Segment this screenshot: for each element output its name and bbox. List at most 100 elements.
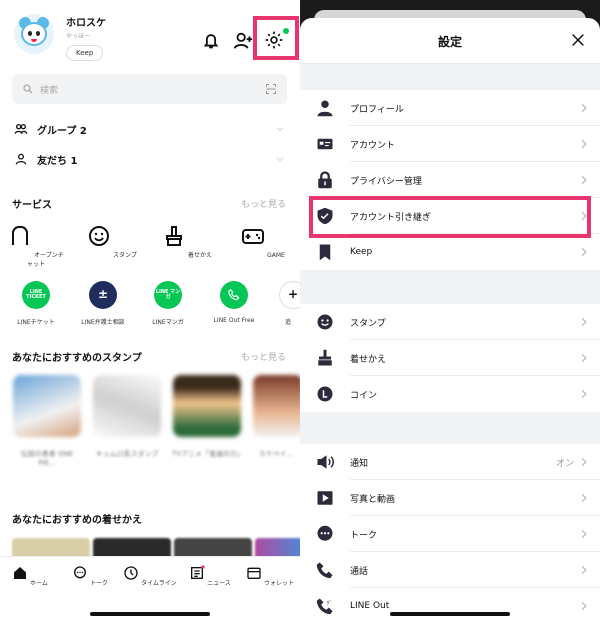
home-indicator [90, 612, 210, 616]
search-icon [23, 84, 33, 94]
phone-icon [316, 562, 333, 579]
settings-header: 設定 [300, 18, 600, 64]
chevron-right-icon [581, 565, 587, 575]
app-line-manga[interactable]: LINE マンガ LINEマンガ [133, 281, 203, 326]
settings-row-line-out[interactable]: ｦﾞ LINE Out [300, 588, 600, 622]
chevron-right-icon [581, 247, 587, 257]
svg-text:ｦﾞ: ｦﾞ [327, 600, 332, 607]
friend-icon [15, 153, 27, 165]
stickers-title: あなたにおすすめのスタンプ [12, 353, 142, 364]
chevron-right-icon [581, 139, 587, 149]
services-title: サービス [12, 200, 52, 211]
settings-row-theme[interactable]: 着せかえ [300, 340, 600, 376]
settings-row-account[interactable]: アカウント [300, 126, 600, 162]
settings-row-profile[interactable]: プロフィール [300, 90, 600, 126]
home-indicator [390, 612, 510, 616]
home-screen: ホロスケ やっほー Keep 検索 グループ 2 友だち 1 サービス もっと見… [0, 0, 300, 622]
friends-label: 友だち 1 [37, 155, 78, 167]
keep-button[interactable]: Keep [66, 45, 104, 61]
service-stamp[interactable]: スタンプ [82, 224, 142, 259]
themes-title: あなたにおすすめの着せかえ [12, 515, 142, 526]
settings-row-calls[interactable]: 通話 [300, 552, 600, 588]
account-transfer-highlight-box [309, 196, 591, 238]
stickers-more-link[interactable]: もっと見る [241, 350, 286, 363]
app-line-out-free[interactable]: LINE Out Free [199, 281, 269, 324]
play-icon [317, 491, 333, 505]
chevron-down-icon [276, 127, 284, 132]
chat-icon [74, 566, 87, 579]
sticker-title: スケベイ... [258, 450, 294, 458]
settings-row-talk[interactable]: トーク [300, 516, 600, 552]
scale-icon: ± [89, 281, 117, 309]
person-icon [317, 100, 333, 117]
chevron-right-icon [581, 529, 587, 539]
settings-screen: 設定 プロフィール アカウント プライバシー管理 アカウント引き継ぎ Keep … [300, 0, 600, 622]
tab-talk[interactable]: トーク [60, 565, 120, 587]
settings-row-privacy[interactable]: プライバシー管理 [300, 162, 600, 198]
chevron-right-icon [581, 353, 587, 363]
avatar[interactable] [14, 14, 54, 54]
service-game[interactable]: GAME [233, 224, 293, 259]
sticker-thumbnail[interactable] [93, 375, 161, 437]
id-card-icon [317, 138, 333, 150]
chevron-right-icon [581, 317, 587, 327]
profile-status: やっほー [66, 33, 91, 40]
section-divider [300, 270, 600, 304]
groups-row[interactable]: グループ 2 [14, 119, 289, 139]
service-theme[interactable]: 着せかえ [157, 224, 217, 259]
settings-row-photos-videos[interactable]: 写真と動画 [300, 480, 600, 516]
chevron-down-icon [276, 157, 284, 162]
service-open-chat[interactable]: オープンチャット [6, 224, 66, 268]
tab-wallet[interactable]: ウォレット [240, 565, 300, 587]
profile-header[interactable]: ホロスケ やっほー Keep [14, 14, 106, 61]
sticker-thumbnail[interactable] [253, 375, 300, 437]
sticker-title: 伝説の勇者 ONE PIE... [20, 450, 74, 468]
coin-icon [317, 386, 333, 402]
chevron-right-icon [581, 389, 587, 399]
groups-label: グループ 2 [37, 125, 87, 137]
manga-icon: LINE マンガ [154, 281, 182, 309]
chevron-right-icon [581, 175, 587, 185]
screenshot-root: ホロスケ やっほー Keep 検索 グループ 2 友だち 1 サービス もっと見… [0, 0, 600, 622]
close-icon[interactable] [570, 32, 586, 48]
brush-icon [166, 226, 183, 246]
qr-scan-icon[interactable] [265, 83, 277, 95]
lock-icon [318, 171, 332, 189]
phone-out-icon: ｦﾞ [316, 598, 333, 615]
bell-icon[interactable] [200, 30, 222, 52]
page-title: 設定 [437, 35, 462, 49]
open-chat-icon [12, 226, 29, 245]
app-add-more[interactable]: + 追 [263, 281, 300, 326]
search-input[interactable]: 検索 [40, 83, 58, 96]
speaker-icon [317, 455, 334, 469]
bookmark-icon [319, 244, 331, 261]
add-friend-icon[interactable] [232, 30, 254, 52]
section-divider [300, 64, 600, 90]
chat-icon [317, 525, 333, 541]
settings-row-keep[interactable]: Keep [300, 234, 600, 270]
sticker-thumbnail[interactable] [173, 375, 241, 437]
tab-home[interactable]: ホーム [0, 565, 60, 587]
group-icon [14, 123, 28, 134]
settings-highlight-box [253, 16, 299, 60]
sticker-title: キュムロ系スタンプ [95, 450, 159, 458]
clock-icon [124, 566, 138, 580]
app-line-ticket[interactable]: LINE TICKET LINEチケット [1, 281, 71, 326]
sticker-thumbnail[interactable] [13, 375, 81, 437]
services-more-link[interactable]: もっと見る [241, 197, 286, 210]
ticket-icon: LINE TICKET [22, 281, 50, 309]
friends-row[interactable]: 友だち 1 [14, 149, 289, 169]
smile-icon [89, 226, 110, 246]
chevron-right-icon [581, 493, 587, 503]
chevron-right-icon [581, 457, 587, 467]
settings-row-notifications[interactable]: 通知 オン [300, 444, 600, 480]
phone-icon [220, 281, 248, 309]
tab-news[interactable]: ニュース [180, 565, 240, 587]
notification-status: オン [555, 458, 574, 469]
settings-row-coin[interactable]: コイン [300, 376, 600, 412]
search-bar[interactable]: 検索 [12, 74, 287, 104]
profile-name: ホロスケ [66, 18, 106, 29]
app-lawyer[interactable]: ± LINE弁護士相談 [68, 281, 138, 326]
settings-row-stamp[interactable]: スタンプ [300, 304, 600, 340]
tab-timeline[interactable]: タイムライン [120, 565, 180, 587]
